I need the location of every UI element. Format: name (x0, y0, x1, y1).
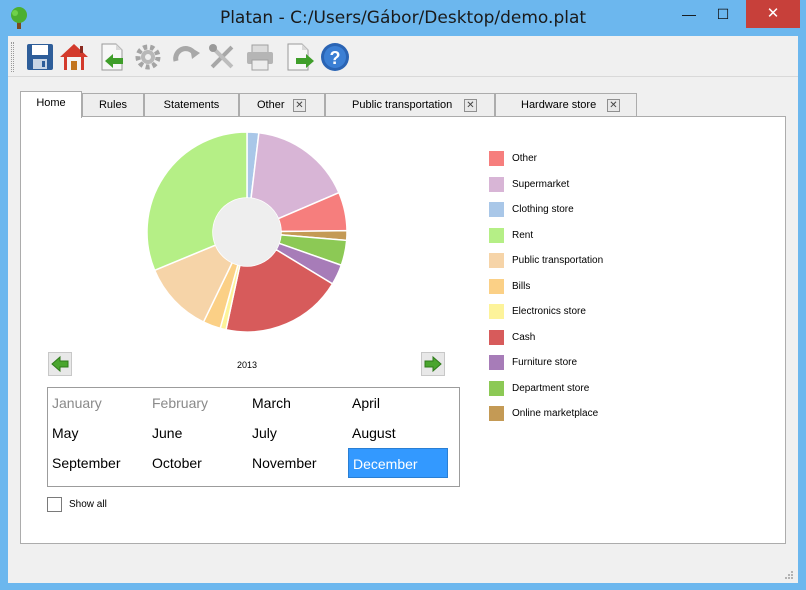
tab-statements[interactable]: Statements (144, 93, 239, 117)
tab-label: Public transportation (352, 99, 453, 111)
legend-item: Bills (489, 278, 749, 295)
month-cell[interactable]: September (48, 448, 148, 478)
import-icon (101, 43, 123, 71)
legend-label: Bills (512, 280, 531, 292)
tab-label: Statements (163, 99, 220, 111)
legend-label: Rent (512, 229, 534, 241)
legend-label: Other (512, 153, 538, 164)
previous-year-button[interactable] (48, 352, 72, 376)
legend-item: Other (489, 151, 749, 167)
month-cell[interactable]: April (348, 388, 448, 418)
printer-icon (247, 44, 273, 71)
legend-item: Clothing store (489, 202, 749, 218)
legend-item: Rent (489, 227, 749, 244)
month-cell[interactable]: November (248, 448, 348, 478)
tab-bar: Home Rules Statements Other ✕ Public tra… (20, 91, 640, 118)
export-button[interactable] (284, 41, 316, 73)
month-cell[interactable]: March (248, 388, 348, 418)
month-cell[interactable]: July (248, 418, 348, 448)
month-cell-selected[interactable]: December (348, 448, 448, 478)
legend-label: Department store (512, 382, 590, 394)
redo-icon (173, 46, 200, 62)
month-cell[interactable]: October (148, 448, 248, 478)
legend-swatch (489, 253, 504, 268)
show-all-label: Show all (69, 499, 107, 510)
title-bar[interactable]: Platan - C:/Users/Gábor/Desktop/demo.pla… (0, 0, 806, 36)
legend-item: Supermarket (489, 176, 749, 193)
settings-icon (135, 44, 161, 70)
home-button[interactable] (58, 41, 90, 73)
legend-item: Public transportation (489, 253, 749, 269)
legend-swatch (489, 278, 504, 294)
tab-home[interactable]: Home (20, 91, 82, 118)
tab-other[interactable]: Other ✕ (239, 93, 325, 117)
save-button[interactable] (24, 41, 56, 73)
legend-item: Cash (489, 329, 749, 346)
legend-label: Clothing store (512, 204, 574, 215)
main-window-body: ? Home Rules Statements Other ✕ Public t… (8, 36, 798, 583)
tab-close-icon[interactable]: ✕ (293, 99, 306, 112)
legend-item: Furniture store (489, 355, 749, 371)
save-icon (27, 44, 53, 70)
legend-swatch (489, 329, 504, 345)
tab-rules[interactable]: Rules (82, 93, 144, 117)
month-cell[interactable]: June (148, 418, 248, 448)
close-window-button[interactable]: ✕ (746, 0, 800, 28)
tab-close-icon[interactable]: ✕ (464, 99, 477, 112)
legend-swatch (489, 355, 504, 370)
tools-icon (209, 44, 234, 69)
help-icon: ? (321, 43, 349, 71)
legend-item: Electronics store (489, 304, 749, 320)
arrow-right-icon (424, 355, 442, 373)
tab-close-icon[interactable]: ✕ (607, 99, 620, 112)
export-icon (287, 43, 314, 71)
year-label: 2013 (236, 360, 258, 370)
legend-swatch (489, 202, 504, 217)
settings-button[interactable] (132, 41, 164, 73)
next-year-button[interactable] (421, 352, 445, 376)
tab-hardware-store[interactable]: Hardware store ✕ (495, 93, 637, 117)
legend-swatch (489, 380, 504, 396)
legend-label: Public transportation (512, 255, 604, 266)
donut-chart[interactable] (145, 130, 349, 334)
home-panel: Other Supermarket Clothing store Rent Public… (20, 116, 786, 544)
tab-label: Rules (98, 99, 128, 111)
month-cell: January (52, 395, 102, 411)
legend-label: Online marketplace (512, 408, 599, 419)
home-icon (60, 44, 88, 70)
month-grid: January February March April May June Ju… (47, 387, 460, 487)
month-cell[interactable]: May (48, 418, 148, 448)
month-cell[interactable]: August (348, 418, 448, 448)
minimize-button[interactable]: — (672, 0, 706, 28)
svg-text:?: ? (330, 48, 341, 68)
legend-swatch (489, 227, 504, 243)
tab-public-transportation[interactable]: Public transportation ✕ (325, 93, 495, 117)
tab-label: Home (36, 97, 66, 109)
toolbar: ? (8, 36, 798, 77)
import-button[interactable] (96, 41, 128, 73)
legend-swatch (489, 176, 504, 192)
tab-label: Hardware store (521, 99, 597, 111)
tools-button[interactable] (206, 41, 238, 73)
help-button[interactable]: ? (319, 41, 351, 73)
legend-label: Cash (512, 331, 536, 343)
maximize-button[interactable]: ☐ (706, 0, 740, 28)
tab-label: Other (257, 99, 285, 111)
legend-label: Electronics store (512, 306, 586, 317)
legend-item: Department store (489, 380, 749, 397)
legend-label: Supermarket (512, 178, 570, 190)
legend-item: Online marketplace (489, 406, 749, 422)
legend-swatch (489, 304, 504, 319)
redo-button[interactable] (170, 41, 202, 73)
donut-hole (213, 198, 281, 266)
show-all-checkbox[interactable] (47, 497, 62, 512)
resize-grip-icon[interactable] (784, 570, 794, 580)
legend-swatch (489, 406, 504, 421)
month-cell: February (152, 395, 209, 411)
arrow-left-icon (51, 355, 69, 373)
legend-swatch (489, 151, 504, 166)
legend-label: Furniture store (512, 357, 578, 368)
toolbar-grip[interactable] (11, 42, 14, 72)
print-button[interactable] (244, 41, 276, 73)
